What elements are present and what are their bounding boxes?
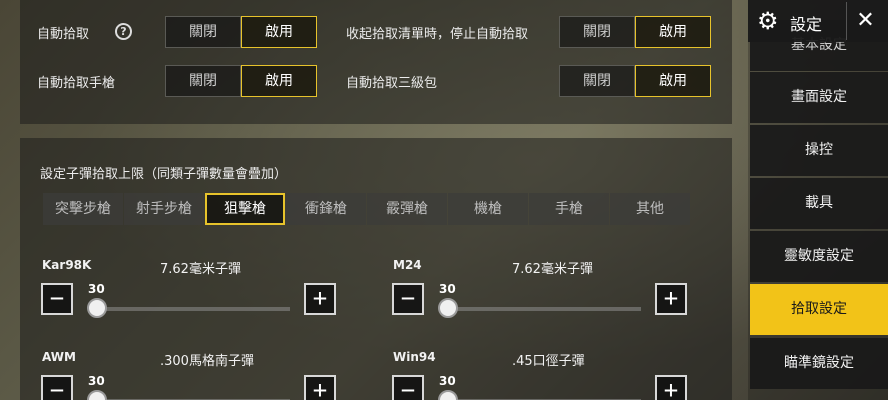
auto-pickup-lvl3-backpack-on-button[interactable]: 啟用 xyxy=(635,65,711,97)
sidebar-item-vehicle[interactable]: 載具 xyxy=(750,178,888,229)
sidebar-item-controls[interactable]: 操控 xyxy=(750,125,888,176)
weapon-type-tabs: 突擊步槍 射手步槍 狙擊槍 衝鋒槍 霰彈槍 機槍 手槍 其他 xyxy=(43,193,691,225)
settings-title: 設定 xyxy=(790,15,823,34)
tab-shotgun[interactable]: 霰彈槍 xyxy=(367,193,447,225)
close-button[interactable]: ✕ xyxy=(846,2,884,40)
m24-slider-thumb[interactable] xyxy=(438,298,458,318)
tab-smg[interactable]: 衝鋒槍 xyxy=(286,193,366,225)
ammo-type-m24: 7.62毫米子彈 xyxy=(512,262,593,277)
stop-on-collapse-label: 收起拾取清單時，停止自動拾取 xyxy=(346,27,529,42)
ammo-type-kar98k: 7.62毫米子彈 xyxy=(160,262,241,277)
kar98k-slider-track[interactable] xyxy=(97,307,290,311)
m24-slider-track[interactable] xyxy=(448,307,641,311)
auto-pickup-lvl3-backpack-off-button[interactable]: 關閉 xyxy=(559,65,635,97)
ammo-section-title: 設定子彈拾取上限（同類子彈數量會疊加） xyxy=(40,167,288,182)
stop-on-collapse-on-button[interactable]: 啟用 xyxy=(635,16,711,48)
auto-pickup-lvl3-backpack-label: 自動拾取三級包 xyxy=(346,76,438,91)
weapon-name-awm: AWM xyxy=(42,350,76,364)
win94-minus-button[interactable]: − xyxy=(392,375,424,400)
auto-pickup-label: 自動拾取 xyxy=(37,27,90,42)
auto-pickup-lvl3-backpack-toggle: 關閉 啟用 xyxy=(559,65,711,97)
sidebar-item-graphics[interactable]: 畫面設定 xyxy=(750,72,888,123)
win94-value: 30 xyxy=(439,374,456,388)
ammo-type-awm: .300馬格南子彈 xyxy=(160,354,254,369)
m24-plus-button[interactable]: + xyxy=(655,283,687,315)
auto-pickup-off-button[interactable]: 關閉 xyxy=(165,16,241,48)
awm-value: 30 xyxy=(88,374,105,388)
tab-pistol[interactable]: 手槍 xyxy=(529,193,609,225)
m24-value: 30 xyxy=(439,282,456,296)
m24-minus-button[interactable]: − xyxy=(392,283,424,315)
auto-pickup-toggle: 關閉 啟用 xyxy=(165,16,317,48)
tab-lmg[interactable]: 機槍 xyxy=(448,193,528,225)
weapon-name-m24: M24 xyxy=(393,258,422,272)
sidebar-item-pickup[interactable]: 拾取設定 xyxy=(750,284,888,335)
tab-assault-rifle[interactable]: 突擊步槍 xyxy=(43,193,123,225)
stop-on-collapse-off-button[interactable]: 關閉 xyxy=(559,16,635,48)
tab-marksman-rifle[interactable]: 射手步槍 xyxy=(124,193,204,225)
help-icon[interactable]: ? xyxy=(115,23,132,40)
kar98k-slider-thumb[interactable] xyxy=(87,298,107,318)
auto-pickup-pistol-on-button[interactable]: 啟用 xyxy=(241,65,317,97)
kar98k-plus-button[interactable]: + xyxy=(304,283,336,315)
weapon-name-kar98k: Kar98K xyxy=(42,258,92,272)
auto-pickup-on-button[interactable]: 啟用 xyxy=(241,16,317,48)
tab-sniper-rifle[interactable]: 狙擊槍 xyxy=(205,193,285,225)
stop-on-collapse-toggle: 關閉 啟用 xyxy=(559,16,711,48)
awm-minus-button[interactable]: − xyxy=(41,375,73,400)
auto-pickup-pistol-label: 自動拾取手槍 xyxy=(37,76,116,91)
auto-pickup-pistol-toggle: 關閉 啟用 xyxy=(165,65,317,97)
awm-plus-button[interactable]: + xyxy=(304,375,336,400)
ammo-type-win94: .45口徑子彈 xyxy=(512,354,585,369)
weapon-name-win94: Win94 xyxy=(393,350,436,364)
tab-other[interactable]: 其他 xyxy=(610,193,690,225)
gear-icon: ⚙ xyxy=(757,7,779,35)
kar98k-value: 30 xyxy=(88,282,105,296)
win94-plus-button[interactable]: + xyxy=(655,375,687,400)
kar98k-minus-button[interactable]: − xyxy=(41,283,73,315)
auto-pickup-pistol-off-button[interactable]: 關閉 xyxy=(165,65,241,97)
sidebar-item-sensitivity[interactable]: 靈敏度設定 xyxy=(750,231,888,282)
sidebar-item-scope[interactable]: 瞄準鏡設定 xyxy=(750,338,888,389)
